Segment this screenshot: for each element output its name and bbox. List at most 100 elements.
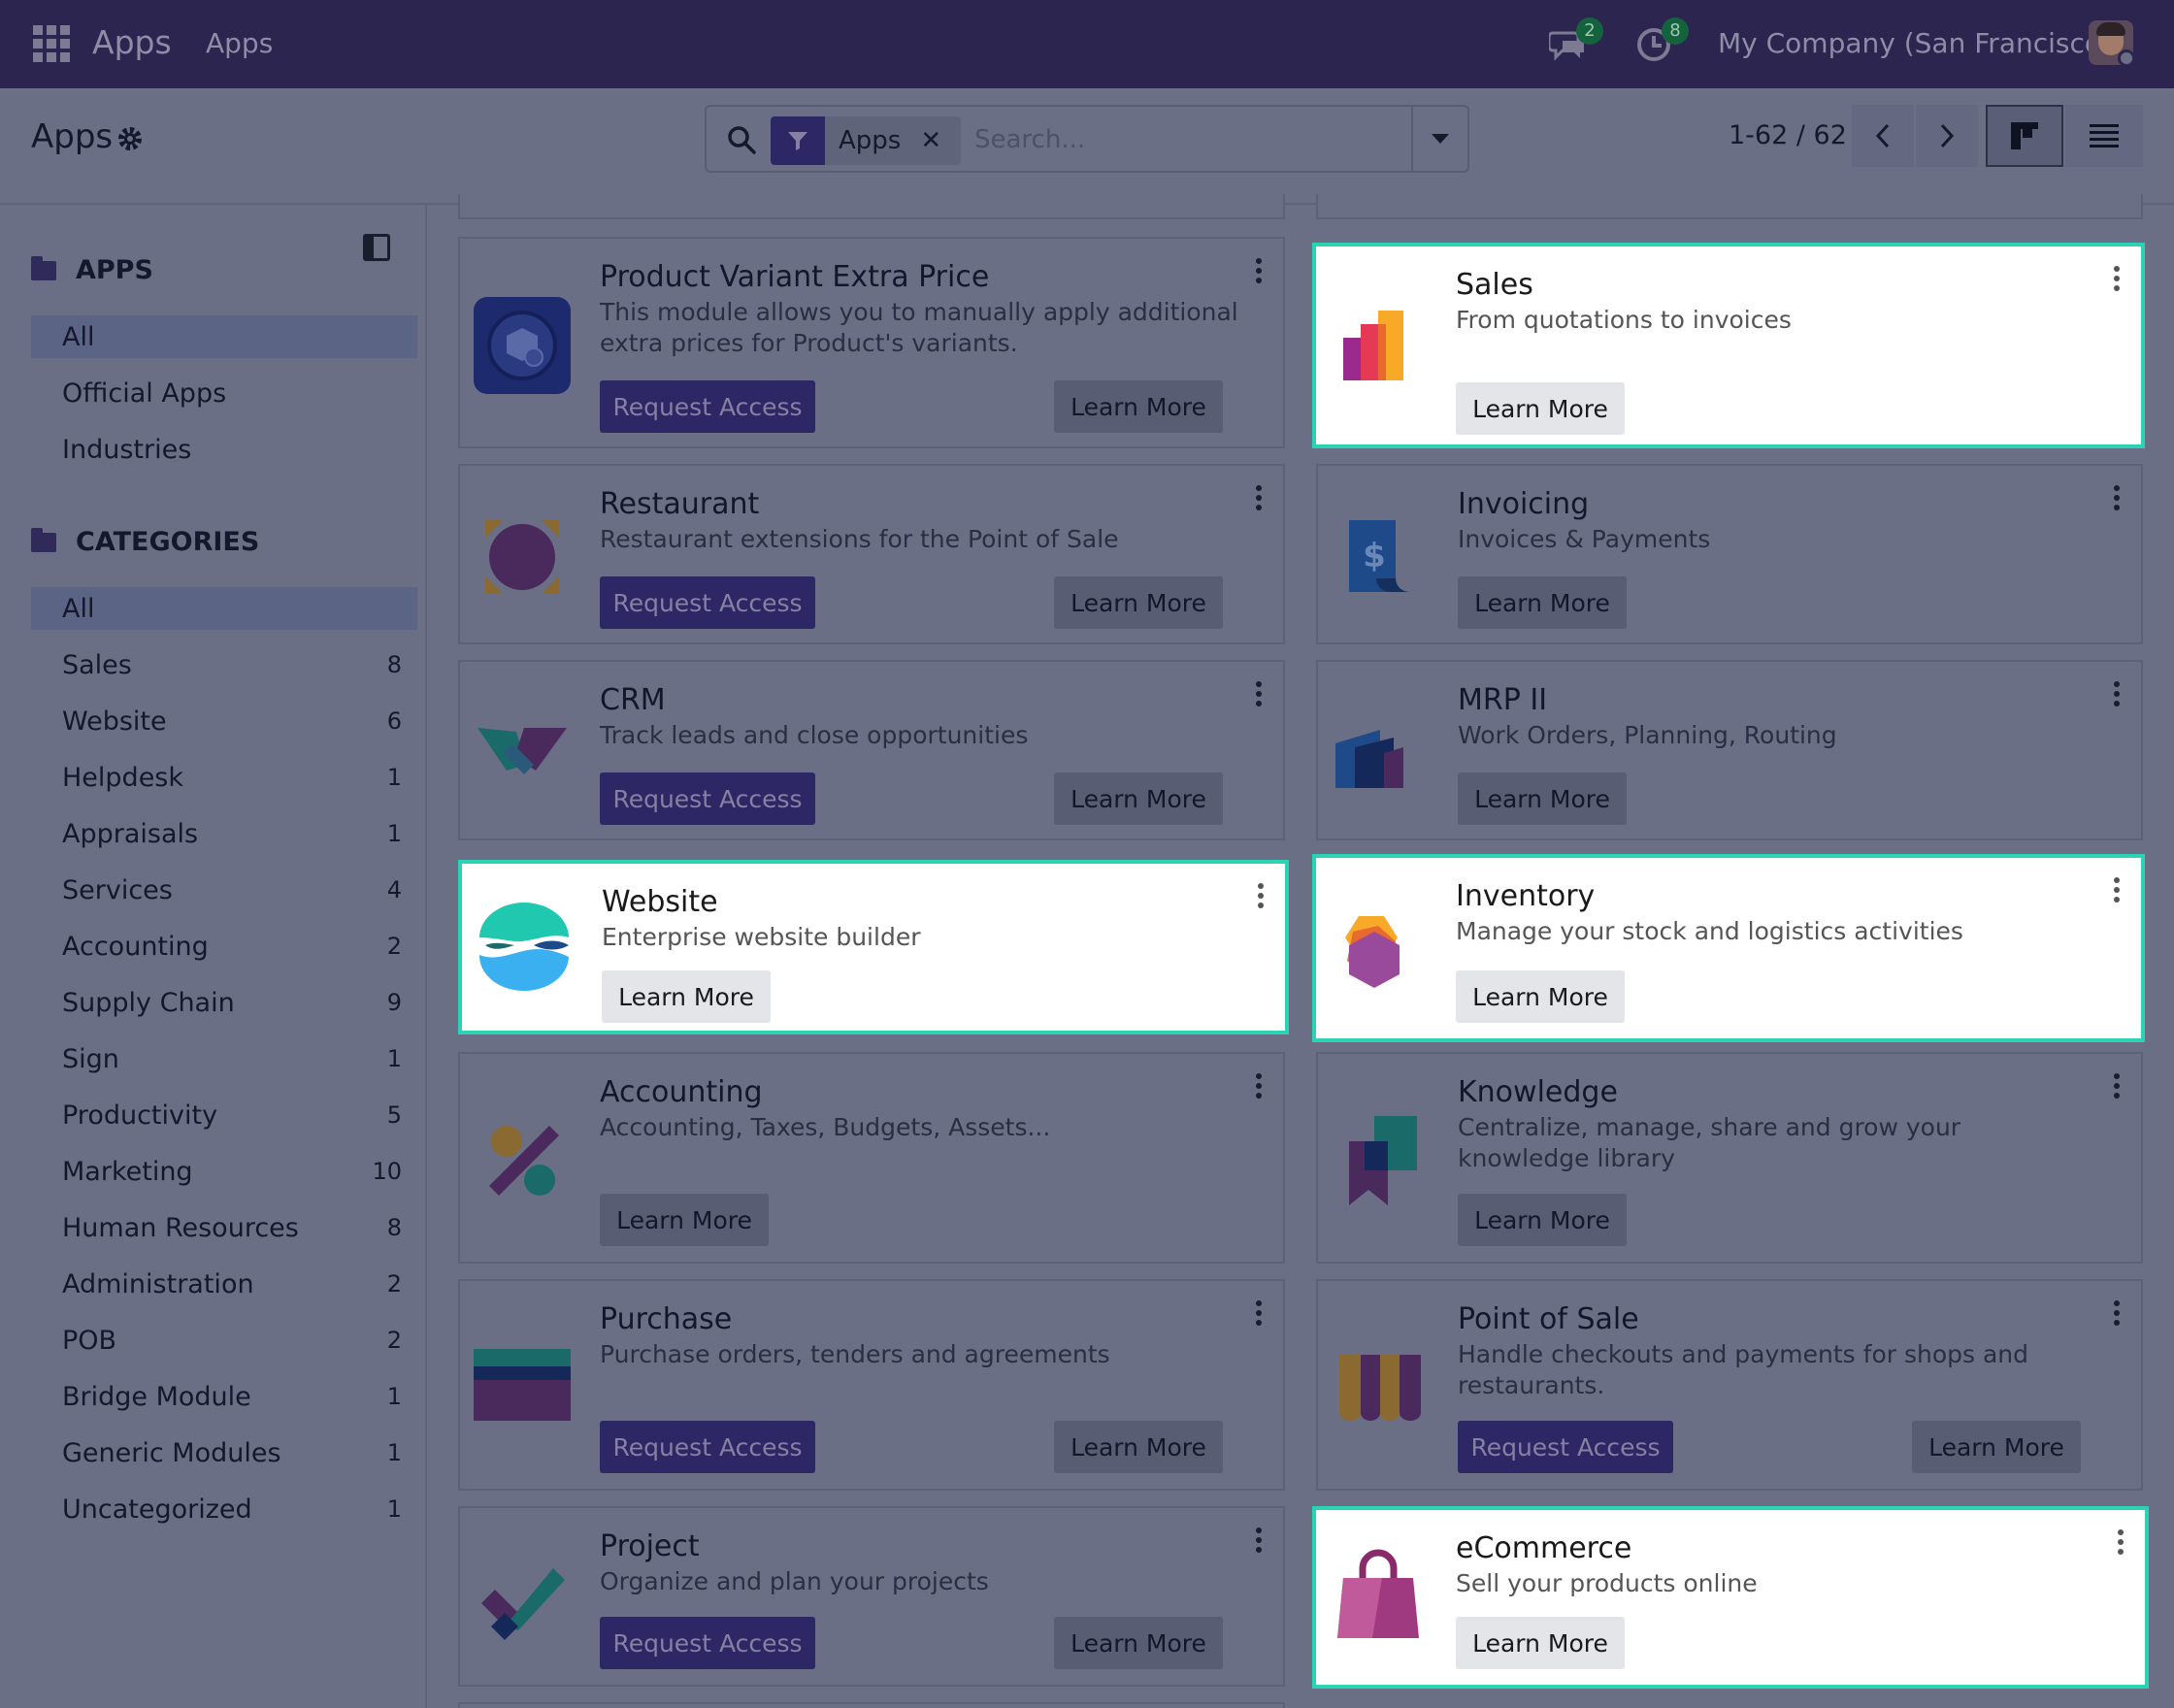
app-card-product-variant[interactable]: Product Variant Extra Price This module …: [458, 237, 1285, 448]
facet-remove-icon[interactable]: ✕: [920, 126, 941, 155]
sidebar-category-item[interactable]: Administration 2: [31, 1263, 417, 1305]
sidebar-item-label: Marketing: [62, 1156, 193, 1187]
category-count: 1: [386, 820, 402, 847]
request-access-button[interactable]: Request Access: [600, 576, 815, 629]
purchase-icon: [474, 1339, 571, 1436]
app-card-accounting[interactable]: Accounting Accounting, Taxes, Budgets, A…: [458, 1052, 1285, 1264]
learn-more-button[interactable]: Learn More: [1458, 772, 1627, 825]
app-card-ecommerce[interactable]: eCommerce Sell your products online Lear…: [1312, 1506, 2149, 1689]
learn-more-button[interactable]: Learn More: [1054, 576, 1223, 629]
user-avatar[interactable]: [2089, 20, 2133, 65]
product-variant-icon: [474, 297, 571, 394]
app-card-inventory[interactable]: Inventory Manage your stock and logistic…: [1312, 854, 2145, 1042]
navbar-brand[interactable]: Apps: [92, 23, 172, 61]
card-menu-icon[interactable]: [1256, 883, 1266, 912]
card-menu-icon[interactable]: [2112, 681, 2122, 710]
sidebar-item-label: Website: [62, 706, 167, 737]
pager-previous-button[interactable]: [1852, 105, 1914, 167]
card-menu-icon[interactable]: [1254, 1073, 1264, 1102]
sidebar-item-label: Appraisals: [62, 818, 199, 849]
category-count: 2: [386, 1327, 402, 1354]
search-input[interactable]: [974, 118, 1382, 161]
sidebar-category-item[interactable]: Uncategorized 1: [31, 1488, 417, 1530]
app-card-knowledge[interactable]: Knowledge Centralize, manage, share and …: [1316, 1052, 2143, 1264]
card-menu-icon[interactable]: [1254, 1300, 1264, 1330]
learn-more-button[interactable]: Learn More: [1054, 772, 1223, 825]
app-card-website[interactable]: Website Enterprise website builder Learn…: [458, 860, 1289, 1035]
learn-more-button[interactable]: Learn More: [1458, 576, 1627, 629]
gear-icon[interactable]: [116, 125, 144, 152]
sidebar-category-item[interactable]: All: [31, 587, 417, 630]
card-menu-icon[interactable]: [1254, 681, 1264, 710]
sidebar-apps-item[interactable]: All: [31, 315, 417, 358]
sidebar-category-item[interactable]: Human Resources 8: [31, 1206, 417, 1249]
learn-more-button[interactable]: Learn More: [1054, 1617, 1223, 1669]
folder-icon: [31, 527, 56, 552]
pager-next-button[interactable]: [1916, 105, 1978, 167]
card-menu-icon[interactable]: [2112, 1073, 2122, 1102]
app-card-restaurant[interactable]: Restaurant Restaurant extensions for the…: [458, 464, 1285, 644]
learn-more-button[interactable]: Learn More: [1456, 382, 1625, 435]
search-options-toggle[interactable]: [1411, 107, 1467, 171]
messages-badge: 2: [1576, 17, 1603, 45]
navbar-menu-apps[interactable]: Apps: [206, 27, 273, 59]
activities-clock-icon[interactable]: 8: [1634, 17, 1689, 64]
sidebar-category-item[interactable]: Sign 1: [31, 1037, 417, 1080]
pager-value[interactable]: 1-62 / 62: [1729, 120, 1847, 150]
sidebar-category-item[interactable]: Website 6: [31, 700, 417, 742]
sidebar-category-item[interactable]: Helpdesk 1: [31, 756, 417, 799]
sidebar-apps-item[interactable]: Industries: [31, 428, 417, 471]
app-card-invoicing[interactable]: $ Invoicing Invoices & Payments Learn Mo…: [1316, 464, 2143, 644]
card-menu-icon[interactable]: [2112, 877, 2122, 906]
card-menu-icon[interactable]: [1254, 258, 1264, 287]
app-card-point-of-sale[interactable]: Point of Sale Handle checkouts and payme…: [1316, 1279, 2143, 1491]
sidebar-category-item[interactable]: Supply Chain 9: [31, 981, 417, 1024]
learn-more-button[interactable]: Learn More: [600, 1194, 769, 1246]
sidebar-category-item[interactable]: Appraisals 1: [31, 812, 417, 855]
card-menu-icon[interactable]: [2112, 485, 2122, 514]
request-access-button[interactable]: Request Access: [600, 1421, 815, 1473]
sidebar-category-item[interactable]: Services 4: [31, 869, 417, 911]
learn-more-button[interactable]: Learn More: [1912, 1421, 2081, 1473]
kanban-card-partial[interactable]: [1316, 194, 2143, 219]
request-access-button[interactable]: Request Access: [600, 380, 815, 433]
list-view-button[interactable]: [2065, 105, 2143, 167]
sidebar-category-item[interactable]: Sales 8: [31, 643, 417, 686]
card-menu-icon[interactable]: [2112, 266, 2122, 295]
sidebar-category-item[interactable]: Productivity 5: [31, 1094, 417, 1136]
app-card-sales[interactable]: Sales From quotations to invoices Learn …: [1312, 243, 2145, 448]
sidebar-category-item[interactable]: Generic Modules 1: [31, 1431, 417, 1474]
learn-more-button[interactable]: Learn More: [1456, 1617, 1625, 1669]
card-menu-icon[interactable]: [1254, 1527, 1264, 1557]
sidebar-category-item[interactable]: Bridge Module 1: [31, 1375, 417, 1418]
request-access-button[interactable]: Request Access: [600, 772, 815, 825]
card-menu-icon[interactable]: [1254, 485, 1264, 514]
app-menu-grid-icon[interactable]: [33, 25, 70, 62]
sidebar-collapse-icon[interactable]: [363, 234, 390, 261]
request-access-button[interactable]: Request Access: [1458, 1421, 1673, 1473]
chevron-right-icon: [1940, 123, 1955, 148]
kanban-card-partial[interactable]: [458, 194, 1285, 219]
card-menu-icon[interactable]: [2112, 1300, 2122, 1330]
kanban-view-button[interactable]: [1986, 105, 2063, 167]
sidebar-category-item[interactable]: Accounting 2: [31, 925, 417, 968]
messages-icon[interactable]: 2: [1547, 17, 1603, 64]
app-card-project[interactable]: Project Organize and plan your projects …: [458, 1506, 1285, 1687]
app-card-crm[interactable]: CRM Track leads and close opportunities …: [458, 660, 1285, 840]
sidebar-category-item[interactable]: POB 2: [31, 1319, 417, 1362]
learn-more-button[interactable]: Learn More: [1054, 1421, 1223, 1473]
learn-more-button[interactable]: Learn More: [1054, 380, 1223, 433]
kanban-card-partial[interactable]: [458, 1702, 1285, 1708]
sidebar-category-item[interactable]: Marketing 10: [31, 1150, 417, 1193]
sidebar-apps-item[interactable]: Official Apps: [31, 372, 417, 414]
company-switcher[interactable]: My Company (San Francisco): [1718, 27, 2112, 59]
search-icon[interactable]: [726, 124, 757, 155]
learn-more-button[interactable]: Learn More: [602, 970, 771, 1023]
top-navbar: Apps Apps 2 8 My Company (San Francisco): [0, 0, 2174, 88]
learn-more-button[interactable]: Learn More: [1456, 970, 1625, 1023]
app-card-mrp[interactable]: MRP II Work Orders, Planning, Routing Le…: [1316, 660, 2143, 840]
learn-more-button[interactable]: Learn More: [1458, 1194, 1627, 1246]
app-card-purchase[interactable]: Purchase Purchase orders, tenders and ag…: [458, 1279, 1285, 1491]
card-menu-icon[interactable]: [2116, 1529, 2125, 1559]
request-access-button[interactable]: Request Access: [600, 1617, 815, 1669]
